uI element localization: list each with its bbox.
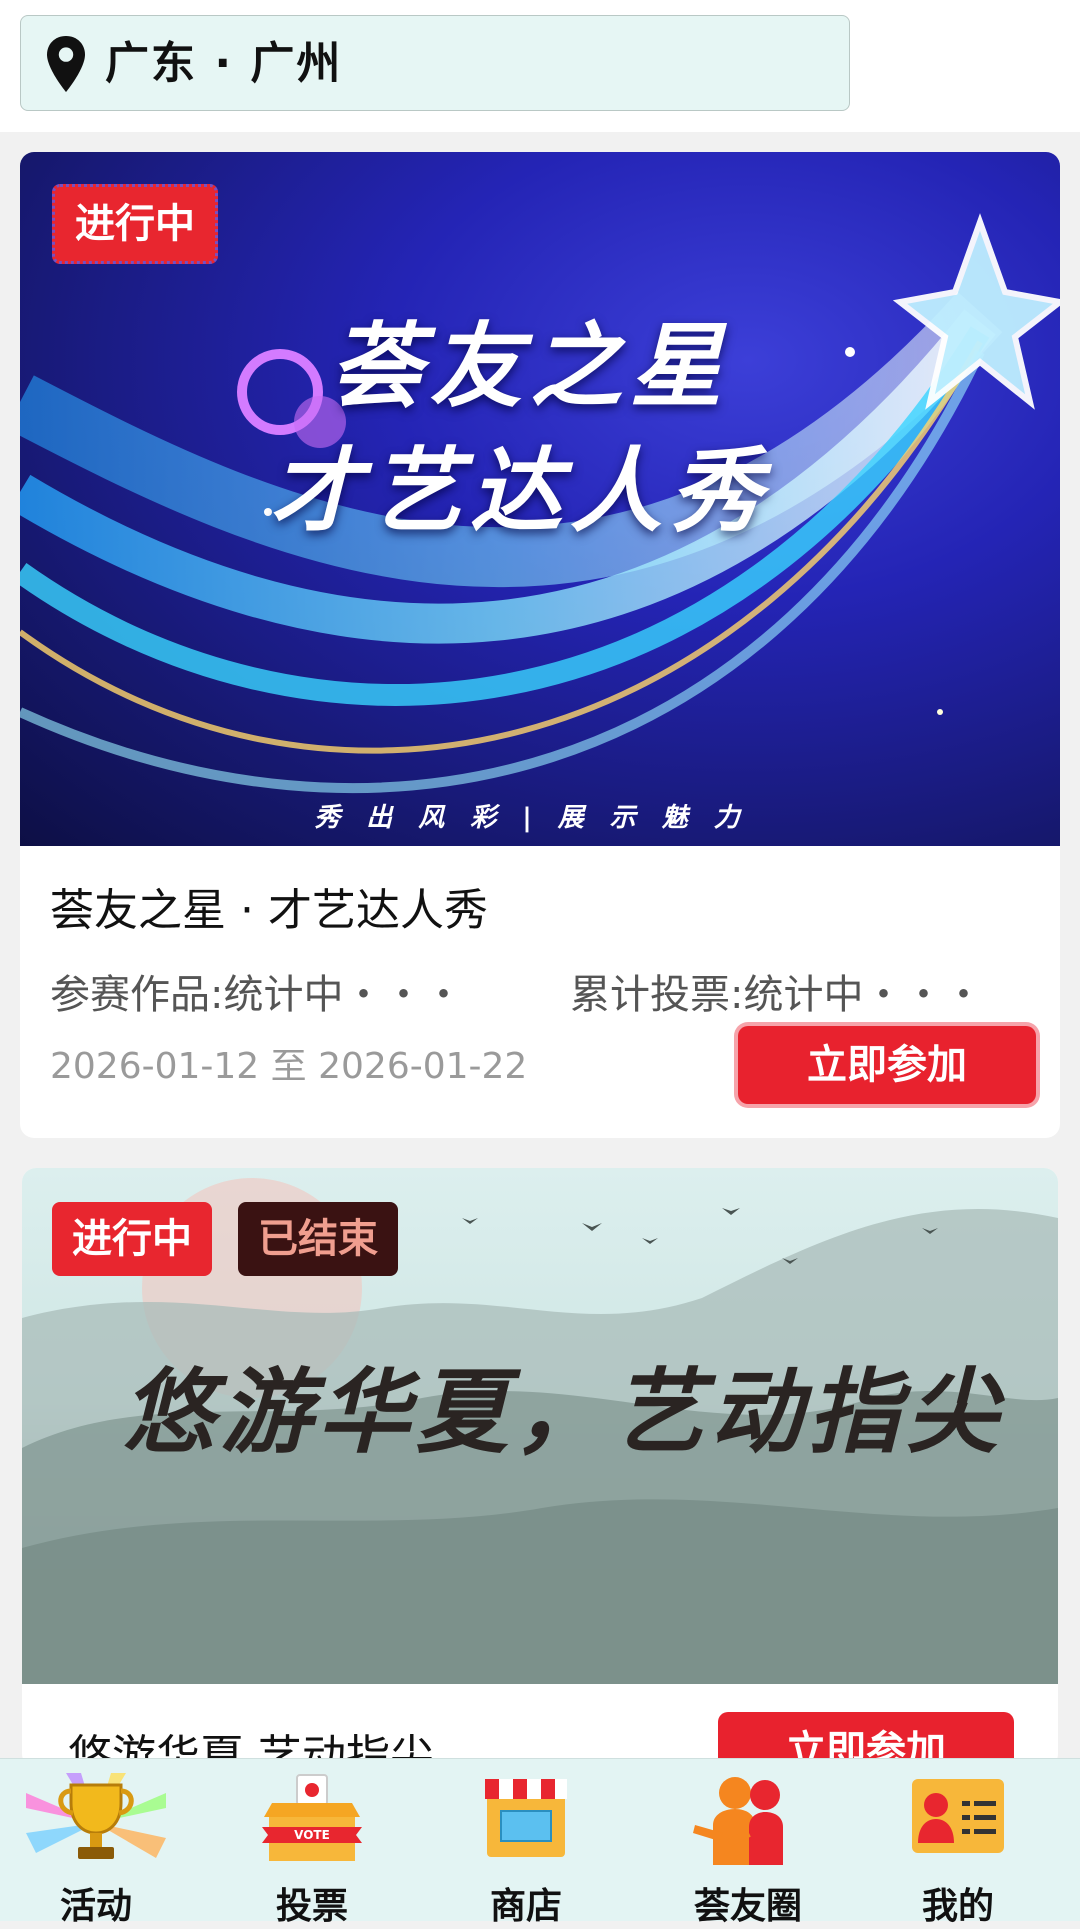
- tab-label: 我的: [921, 1886, 994, 1927]
- svg-text:VOTE: VOTE: [294, 1828, 330, 1842]
- profile-card-icon: [912, 1779, 1004, 1853]
- vote-box-icon: VOTE: [262, 1774, 362, 1861]
- location-text: 广东 · 广州: [105, 38, 343, 89]
- friends-icon: [693, 1777, 783, 1865]
- status-badge-active: 进行中: [52, 184, 218, 264]
- votes-count: 累计投票:统计中・・・: [570, 972, 984, 1018]
- banner-calligraphy-title: 悠游华夏，艺动指尖: [122, 1358, 1005, 1466]
- location-selector[interactable]: 广东 · 广州: [20, 15, 850, 111]
- status-badge-ended: 已结束: [238, 1202, 398, 1276]
- activity-card[interactable]: 进行中 荟友之星 才艺达人秀 秀出风彩|展示魅力 荟友之星 · 才艺达人秀 参赛…: [20, 152, 1060, 1138]
- shop-icon: [485, 1779, 567, 1857]
- tab-label: 商店: [489, 1886, 562, 1927]
- tab-label: 荟友圈: [693, 1886, 802, 1927]
- activity-card[interactable]: 悠游华夏，艺动指尖 进行中 已结束 悠游华夏,艺动指尖 立即参加: [22, 1168, 1058, 1768]
- bottom-tab-bar: 活动 VOTE 投票 商店 荟友圈 我的: [0, 1758, 1080, 1927]
- tab-activities[interactable]: 活动: [6, 1759, 186, 1927]
- banner-slogan: 秀出风彩|展示魅力: [314, 803, 766, 833]
- status-badge-active: 进行中: [52, 1202, 212, 1276]
- banner-title-line1: 荟友之星: [330, 313, 731, 420]
- tab-shop[interactable]: 商店: [436, 1759, 616, 1927]
- activity-banner-image[interactable]: 悠游华夏，艺动指尖 进行中 已结束: [22, 1168, 1058, 1684]
- works-count: 参赛作品:统计中・・・: [50, 972, 464, 1018]
- tab-label: 投票: [275, 1886, 348, 1927]
- join-button[interactable]: 立即参加: [738, 1026, 1036, 1104]
- tab-mine[interactable]: 我的: [868, 1759, 1048, 1927]
- activity-dates: 2026-01-12 至 2026-01-22: [50, 1046, 528, 1087]
- banner-title-line2: 才艺达人秀: [270, 438, 771, 545]
- tab-friends-circle[interactable]: 荟友圈: [658, 1759, 838, 1927]
- top-bar: 广东 · 广州: [0, 0, 1080, 132]
- activity-title: 荟友之星 · 才艺达人秀: [50, 885, 488, 936]
- trophy-icon: [26, 1773, 166, 1859]
- location-pin-icon: [47, 36, 85, 92]
- tab-vote[interactable]: VOTE 投票: [222, 1759, 402, 1927]
- tab-label: 活动: [59, 1886, 132, 1927]
- activity-banner-image[interactable]: 进行中 荟友之星 才艺达人秀 秀出风彩|展示魅力: [20, 152, 1060, 846]
